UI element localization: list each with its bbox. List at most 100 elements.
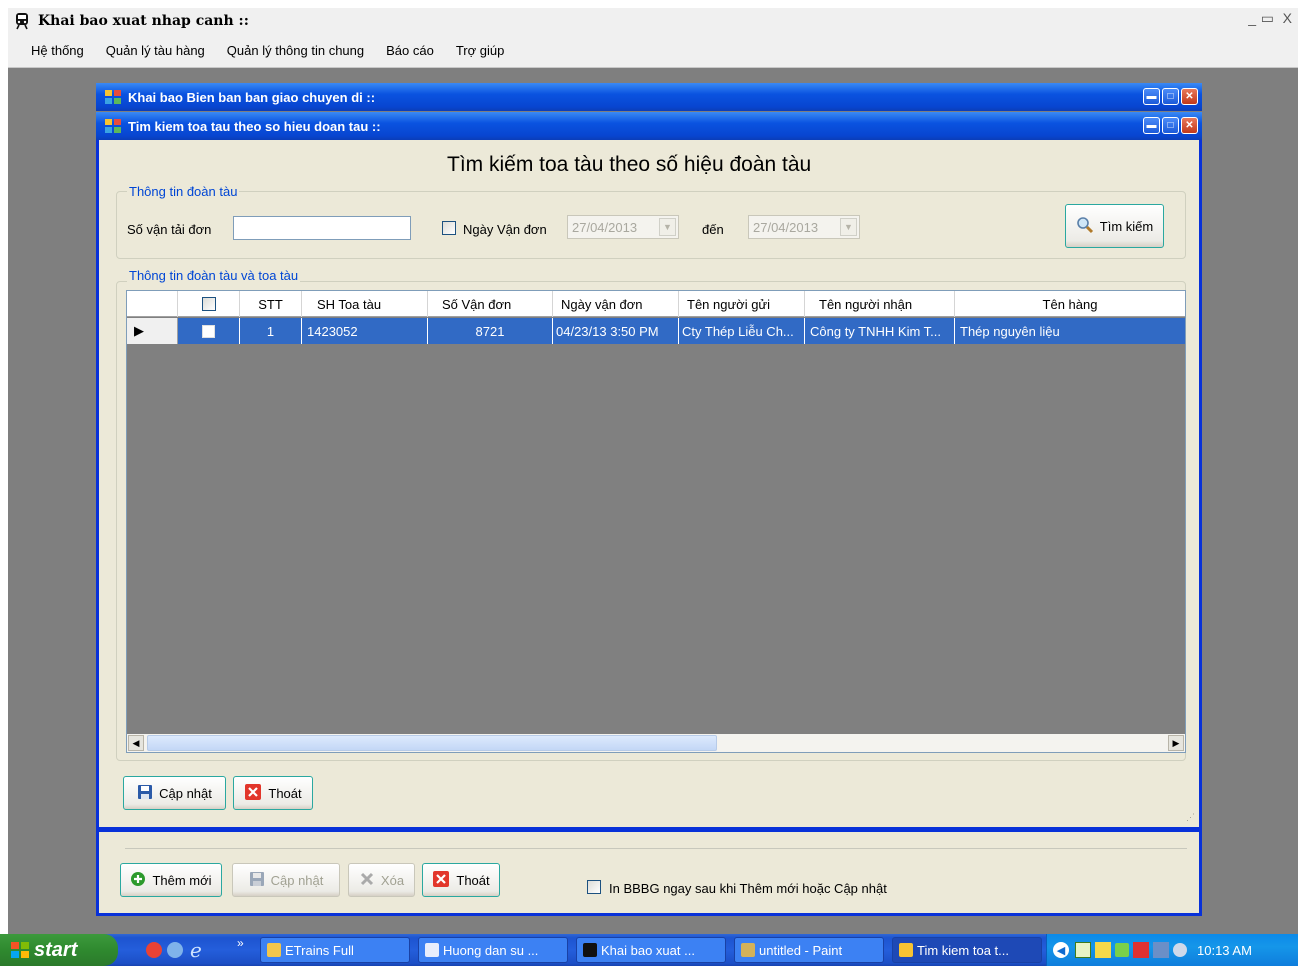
antivirus-icon[interactable]	[1133, 942, 1149, 958]
table-row[interactable]: ▶ 1 1423052 8721 04/23/13 3:50 PM Cty Th…	[127, 318, 1185, 344]
cell-sh-toa-tau[interactable]: 1423052	[302, 318, 428, 344]
update-button[interactable]: Cập nhật	[123, 776, 226, 810]
exit-icon	[432, 870, 450, 891]
window-app-icon	[899, 943, 913, 957]
restore-icon[interactable]: ▭	[1261, 10, 1274, 27]
internet-explorer-icon[interactable]: e	[190, 938, 202, 962]
print-after-save-checkbox[interactable]	[587, 880, 601, 894]
window-app-icon	[104, 118, 122, 134]
row-current-arrow-icon: ▶	[134, 323, 144, 338]
column-header-ten-hang[interactable]: Tên hàng	[955, 291, 1185, 317]
task-huong-dan-su[interactable]: Huong dan su ...	[418, 937, 568, 963]
search-button[interactable]: Tìm kiếm	[1065, 204, 1164, 248]
column-header-so-van-don[interactable]: Số Vận đơn	[428, 291, 553, 317]
exit-button[interactable]: Thoát	[422, 863, 500, 897]
results-grid[interactable]: STT SH Toa tàu Số Vận đơn Ngày vận đơn T…	[126, 290, 1186, 753]
add-new-button[interactable]: Thêm mới	[120, 863, 222, 897]
start-button[interactable]: start	[0, 934, 118, 966]
chevron-down-icon[interactable]: ▼	[840, 218, 857, 236]
speaker-icon[interactable]	[1173, 943, 1187, 957]
chevron-right-icon[interactable]: »	[237, 936, 244, 950]
page-heading: Tìm kiếm toa tàu theo số hiệu đoàn tàu	[447, 153, 812, 176]
row-select-cell	[178, 318, 240, 344]
windows-logo-icon	[10, 941, 30, 965]
back-window-grid-remnant	[125, 832, 1187, 849]
update-button-disabled[interactable]: Cập nhật	[232, 863, 340, 897]
scroll-thumb[interactable]	[147, 735, 717, 751]
exit-button[interactable]: Thoát	[233, 776, 313, 810]
close-icon[interactable]: ✕	[1181, 117, 1198, 134]
paint-icon	[741, 943, 755, 957]
cell-ten-nguoi-nhan[interactable]: Công ty TNHH Kim T...	[805, 318, 955, 344]
system-tray: ◀ 10:13 AM	[1046, 934, 1298, 966]
word-icon	[425, 943, 439, 957]
check-icon[interactable]	[1115, 943, 1129, 957]
task-khai-bao-xuat[interactable]: Khai bao xuat ...	[576, 937, 726, 963]
row-header-corner	[127, 291, 178, 317]
delete-button-disabled[interactable]: Xóa	[348, 863, 415, 897]
chrome-icon[interactable]	[146, 942, 162, 958]
window-app-icon	[104, 89, 122, 105]
cell-so-van-don[interactable]: 8721	[428, 318, 553, 344]
select-all-checkbox[interactable]	[201, 297, 216, 311]
waybill-input[interactable]	[233, 216, 411, 240]
cell-ten-hang[interactable]: Thép nguyên liệu	[955, 318, 1185, 344]
tray-v-icon[interactable]	[1095, 942, 1111, 958]
column-header-sh-toa-tau[interactable]: SH Toa tàu	[302, 291, 428, 317]
add-icon	[130, 871, 146, 890]
back-window-titlebar[interactable]: Khai bao Bien ban ban giao chuyen di :: …	[96, 83, 1202, 111]
search-group-legend: Thông tin đoàn tàu	[127, 184, 240, 199]
column-header-ten-nguoi-nhan[interactable]: Tên người nhận	[805, 291, 955, 317]
column-header-stt[interactable]: STT	[240, 291, 302, 317]
vietkey-icon[interactable]	[1075, 942, 1091, 958]
cell-ngay-van-don[interactable]: 04/23/13 3:50 PM	[553, 318, 679, 344]
exit-icon	[244, 783, 262, 804]
column-header-ngay-van-don[interactable]: Ngày vận đơn	[553, 291, 679, 317]
clock[interactable]: 10:13 AM	[1197, 943, 1252, 958]
scroll-left-icon[interactable]: ◀	[128, 735, 144, 751]
network-icon[interactable]	[1153, 942, 1169, 958]
minimize-icon[interactable]: _	[1248, 10, 1256, 26]
maximize-icon[interactable]: □	[1162, 117, 1179, 134]
save-icon	[137, 784, 153, 803]
task-etrains-full[interactable]: ETrains Full	[260, 937, 410, 963]
menu-bao-cao[interactable]: Báo cáo	[375, 43, 445, 58]
cell-ten-nguoi-gui[interactable]: Cty Thép Liễu Ch...	[679, 318, 805, 344]
cell-stt[interactable]: 1	[240, 318, 302, 344]
search-icon	[1076, 216, 1094, 237]
menu-he-thong[interactable]: Hệ thống	[20, 43, 95, 58]
date-to-picker[interactable]: 27/04/2013 ▼	[748, 215, 860, 239]
front-window-titlebar[interactable]: Tim kiem toa tau theo so hieu doan tau :…	[96, 112, 1202, 140]
chevron-down-icon[interactable]: ▼	[659, 218, 676, 236]
select-all-cell	[178, 291, 240, 317]
row-select-checkbox[interactable]	[202, 324, 215, 338]
maximize-icon[interactable]: □	[1162, 88, 1179, 105]
close-icon[interactable]: X	[1283, 10, 1292, 26]
row-selector[interactable]: ▶	[127, 318, 178, 344]
tray-collapse-icon[interactable]: ◀	[1053, 942, 1069, 958]
waybill-date-label: Ngày Vận đơn	[463, 222, 547, 237]
back-window-title: Khai bao Bien ban ban giao chuyen di ::	[128, 89, 376, 105]
task-untitled-paint[interactable]: untitled - Paint	[734, 937, 884, 963]
app-titlebar[interactable]: Khai bao xuat nhap canh :: _ ▭ X	[8, 8, 1298, 34]
browser-icon[interactable]	[167, 942, 183, 958]
column-header-ten-nguoi-gui[interactable]: Tên người gửi	[679, 291, 805, 317]
horizontal-scrollbar[interactable]: ◀ ▶	[127, 734, 1185, 752]
resize-grip-icon[interactable]: ⋰	[1186, 812, 1195, 823]
train-icon	[583, 943, 597, 957]
close-icon[interactable]: ✕	[1181, 88, 1198, 105]
menu-quan-ly-thong-tin-chung[interactable]: Quản lý thông tin chung	[216, 43, 375, 58]
menu-quan-ly-tau-hang[interactable]: Quản lý tàu hàng	[95, 43, 216, 58]
print-after-save-label: In BBBG ngay sau khi Thêm mới hoặc Cập n…	[609, 881, 887, 896]
train-icon	[12, 12, 32, 30]
waybill-date-checkbox[interactable]	[442, 221, 456, 235]
scroll-right-icon[interactable]: ▶	[1168, 735, 1184, 751]
grid-group-legend: Thông tin đoàn tàu và toa tàu	[127, 268, 301, 283]
date-from-picker[interactable]: 27/04/2013 ▼	[567, 215, 679, 239]
minimize-icon[interactable]: ▬	[1143, 117, 1160, 134]
minimize-icon[interactable]: ▬	[1143, 88, 1160, 105]
to-label: đến	[702, 222, 724, 237]
task-tim-kiem-toa[interactable]: Tim kiem toa t...	[892, 937, 1042, 963]
menu-tro-giup[interactable]: Trợ giúp	[445, 43, 516, 58]
back-window-body: Thêm mới Cập nhật Xóa Thoát In BBBG ngay…	[96, 829, 1202, 916]
